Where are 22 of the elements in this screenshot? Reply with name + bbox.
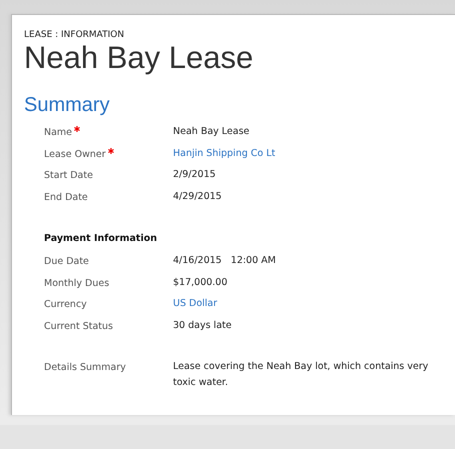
record-title: Neah Bay Lease — [24, 40, 254, 76]
group-heading: Payment Information — [44, 233, 158, 244]
field-label: Monthly Dues — [44, 278, 110, 288]
field-value: 30 days late — [173, 318, 233, 332]
field-value: Neah Bay Lease — [173, 125, 250, 139]
field-label: Name — [44, 127, 72, 138]
section-title: Summary — [24, 94, 110, 117]
field-link[interactable]: US Dollar — [173, 296, 218, 312]
field-label: End Date — [44, 192, 88, 202]
field-link[interactable]: Hanjin Shipping Co Lt — [173, 146, 276, 162]
field-value: 4/29/2015 — [173, 190, 223, 204]
field-label: Details Summary — [44, 362, 126, 373]
field-value: $17,000.00 — [173, 276, 228, 290]
field-label: Current Status — [44, 320, 113, 332]
field-value: Lease covering the Neah Bay lot, which contains very toxic water. — [173, 360, 430, 390]
field-value: 2/9/2015 — [173, 168, 217, 182]
field-value: 4/16/2015 12:00 AM — [173, 254, 277, 268]
field-label: Start Date — [44, 170, 93, 181]
field-label: Lease Owner — [44, 148, 106, 160]
field-label: Currency — [44, 299, 87, 310]
entity-label: LEASE : INFORMATION — [24, 30, 124, 40]
field-label: Due Date — [44, 256, 89, 267]
